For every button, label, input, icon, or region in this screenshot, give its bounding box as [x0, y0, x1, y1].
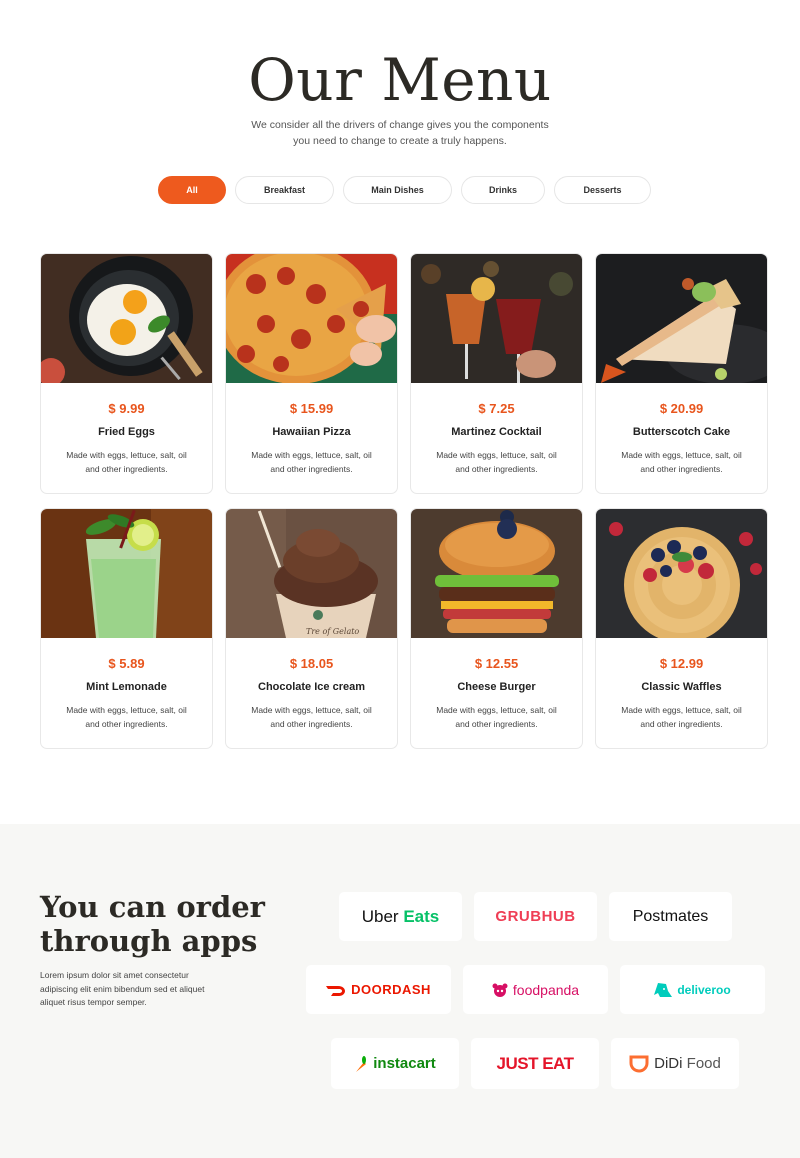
postmates-logo-text: Postmates [632, 907, 709, 925]
item-description: Made with eggs, lettuce, salt, oil and ot… [621, 705, 742, 729]
item-name: Fried Eggs [98, 426, 155, 438]
filter-drinks-button[interactable]: Drinks [461, 176, 545, 204]
menu-title: Our Menu [248, 46, 552, 114]
deliveroo-logo-link[interactable]: deliveroo [620, 965, 765, 1014]
doordash-logo-text: DOORDASH [351, 982, 431, 997]
just-eat-logo-text: JUST EAT [496, 1053, 574, 1073]
item-description: Made with eggs, lettuce, salt, oil and ot… [66, 705, 187, 729]
menu-card-cheese-burger[interactable]: $ 12.55 Cheese Burger Made with eggs, le… [410, 508, 583, 749]
item-name: Hawaiian Pizza [272, 426, 351, 438]
item-name: Butterscotch Cake [632, 426, 731, 438]
panda-icon [492, 983, 508, 997]
uber-eats-logo-link[interactable]: Uber Eats [339, 892, 462, 941]
doordash-logo-link[interactable]: DOORDASH [306, 965, 451, 1014]
waffles-image [596, 509, 767, 638]
lemonade-image [41, 509, 212, 638]
item-name: Cheese Burger [457, 681, 536, 693]
item-description: Made with eggs, lettuce, salt, oil and ot… [436, 450, 557, 474]
filter-desserts-button[interactable]: Desserts [554, 176, 651, 204]
subtitle-line-2: you need to change to create a truly hap… [293, 135, 507, 147]
carrot-icon [356, 1055, 367, 1072]
grubhub-logo-link[interactable]: GRUBHUB [474, 892, 597, 941]
item-price: $ 18.05 [289, 656, 334, 671]
didi-food-logo-text: DiDi Food [654, 1055, 721, 1072]
item-name: Chocolate Ice cream [258, 681, 365, 693]
item-price: $ 5.89 [108, 656, 145, 671]
filter-main-dishes-button[interactable]: Main Dishes [343, 176, 452, 204]
item-name: Martinez Cocktail [451, 426, 542, 438]
pizza-image [226, 254, 397, 383]
menu-card-martinez-cocktail[interactable]: $ 7.25 Martinez Cocktail Made with eggs,… [410, 253, 583, 494]
fried-eggs-image [41, 254, 212, 383]
item-price: $ 20.99 [659, 401, 704, 416]
menu-card-hawaiian-pizza[interactable]: $ 15.99 Hawaiian Pizza Made with eggs, l… [225, 253, 398, 494]
just-eat-logo-link[interactable]: JUST EAT [471, 1038, 599, 1089]
menu-card-mint-lemonade[interactable]: $ 5.89 Mint Lemonade Made with eggs, let… [40, 508, 213, 749]
menu-card-chocolate-ice-cream[interactable]: Tre of Gelato $ 18.05 Chocolate Ice crea… [225, 508, 398, 749]
apps-title: You can order through apps [40, 890, 265, 958]
subtitle-line-1: We consider all the drivers of change gi… [251, 119, 549, 131]
didi-icon [629, 1055, 649, 1072]
kangaroo-icon [654, 982, 673, 997]
didi-food-logo-link[interactable]: DiDi Food [611, 1038, 739, 1089]
filter-breakfast-button[interactable]: Breakfast [235, 176, 334, 204]
item-price: $ 12.99 [659, 656, 704, 671]
item-price: $ 7.25 [478, 401, 515, 416]
uber-eats-logo-text: Uber Eats [361, 906, 440, 926]
deliveroo-logo-text: deliveroo [677, 982, 731, 997]
filter-all-button[interactable]: All [158, 176, 226, 204]
burger-image [411, 509, 582, 638]
cocktail-image [411, 254, 582, 383]
postmates-logo-link[interactable]: Postmates [609, 892, 732, 941]
foodpanda-logo-text: foodpanda [512, 981, 580, 998]
item-name: Classic Waffles [641, 681, 722, 693]
item-description: Made with eggs, lettuce, salt, oil and ot… [251, 450, 372, 474]
item-description: Made with eggs, lettuce, salt, oil and ot… [621, 450, 742, 474]
foodpanda-logo-link[interactable]: foodpanda [463, 965, 608, 1014]
item-name: Mint Lemonade [86, 681, 167, 693]
instacart-logo-text: instacart [373, 1055, 436, 1072]
menu-subtitle: We consider all the drivers of change gi… [200, 117, 600, 149]
menu-filter-tabs: All Breakfast Main Dishes Drinks Dessert… [0, 176, 800, 204]
cake-image [596, 254, 767, 383]
menu-card-butterscotch-cake[interactable]: $ 20.99 Butterscotch Cake Made with eggs… [595, 253, 768, 494]
item-description: Made with eggs, lettuce, salt, oil and ot… [436, 705, 557, 729]
cup-logo-text: Tre of Gelato [306, 627, 359, 636]
item-price: $ 12.55 [474, 656, 519, 671]
apps-description: Lorem ipsum dolor sit amet consectetur a… [40, 970, 205, 1007]
menu-card-classic-waffles[interactable]: $ 12.99 Classic Waffles Made with eggs, … [595, 508, 768, 749]
menu-section: Our Menu We consider all the drivers of … [0, 0, 800, 824]
order-apps-section: You can order through apps Lorem ipsum d… [0, 824, 800, 1158]
instacart-logo-link[interactable]: instacart [331, 1038, 459, 1089]
ice-cream-image: Tre of Gelato [226, 509, 397, 638]
item-price: $ 9.99 [108, 401, 145, 416]
grubhub-logo-text: GRUBHUB [495, 908, 576, 925]
menu-card-fried-eggs[interactable]: $ 9.99 Fried Eggs Made with eggs, lettuc… [40, 253, 213, 494]
doordash-icon [326, 985, 346, 996]
item-description: Made with eggs, lettuce, salt, oil and ot… [66, 450, 187, 474]
item-description: Made with eggs, lettuce, salt, oil and ot… [251, 705, 372, 729]
item-price: $ 15.99 [289, 401, 334, 416]
